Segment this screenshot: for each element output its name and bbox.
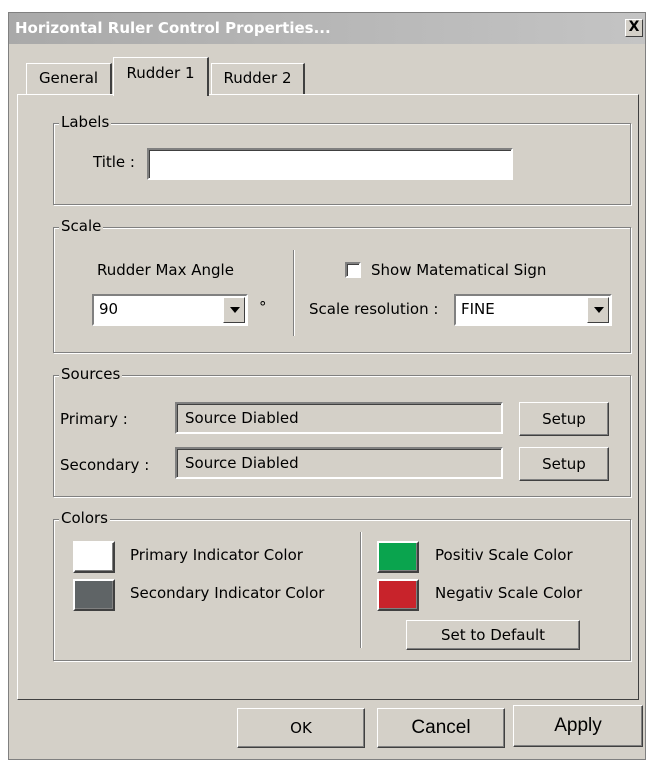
negative-scale-color-swatch[interactable] [377,579,419,611]
primary-source-label: Primary : [60,410,128,428]
secondary-source-field: Source Diabled [175,447,503,479]
show-sign-checkbox[interactable] [345,262,361,278]
secondary-source-label: Secondary : [60,456,150,474]
positive-scale-label: Positiv Scale Color [435,546,573,564]
labels-group: Labels Title : [53,113,631,205]
tab-rudder-1-label: Rudder 1 [126,64,195,82]
colors-divider [360,532,362,648]
colors-group: Colors Primary Indicator Color Secondary… [53,509,631,661]
primary-source-field: Source Diabled [175,402,503,434]
tab-rudder-2-label: Rudder 2 [223,69,292,87]
primary-setup-button[interactable]: Setup [519,402,609,436]
show-sign-label: Show Matematical Sign [371,261,547,279]
sources-group: Sources Primary : Source Diabled Setup S… [53,365,631,497]
rudder-max-angle-label: Rudder Max Angle [97,261,234,279]
labels-group-label: Labels [59,113,112,131]
negative-scale-label: Negativ Scale Color [435,584,583,602]
tab-rudder-2[interactable]: Rudder 2 [211,63,305,94]
scale-group: Scale Rudder Max Angle 90 ° Show Matemat… [53,217,631,353]
tab-rudder-1[interactable]: Rudder 1 [113,57,209,96]
scale-divider [293,250,295,336]
primary-indicator-color-swatch[interactable] [73,541,115,573]
apply-button[interactable]: Apply [513,705,643,747]
chevron-down-icon[interactable] [223,297,245,323]
tab-general-label: General [38,69,99,87]
title-bar[interactable]: Horizontal Ruler Control Properties... X [9,13,645,44]
max-angle-value: 90 [99,300,119,318]
close-button[interactable]: X [625,19,643,37]
scale-group-label: Scale [59,217,104,235]
tab-panel: Labels Title : Scale Rudder Max Angle 90… [17,94,639,700]
secondary-setup-button[interactable]: Setup [519,447,609,481]
degree-symbol: ° [259,298,267,316]
secondary-indicator-label: Secondary Indicator Color [130,584,325,602]
max-angle-select[interactable]: 90 [92,294,248,326]
title-input[interactable] [147,148,513,180]
chevron-down-icon[interactable] [587,297,609,323]
primary-indicator-label: Primary Indicator Color [130,546,303,564]
properties-dialog: Horizontal Ruler Control Properties... X… [8,12,646,760]
colors-group-label: Colors [59,509,110,527]
cancel-button[interactable]: Cancel [377,708,505,748]
title-label: Title : [93,153,135,171]
tab-general[interactable]: General [26,63,112,94]
dialog-title: Horizontal Ruler Control Properties... [15,19,331,37]
sources-group-label: Sources [59,365,123,383]
ok-button[interactable]: OK [237,708,365,748]
scale-resolution-label: Scale resolution : [309,300,439,318]
positive-scale-color-swatch[interactable] [377,541,419,573]
set-to-default-button[interactable]: Set to Default [406,620,580,650]
secondary-indicator-color-swatch[interactable] [73,579,115,611]
scale-resolution-value: FINE [461,300,495,318]
scale-resolution-select[interactable]: FINE [454,294,612,326]
